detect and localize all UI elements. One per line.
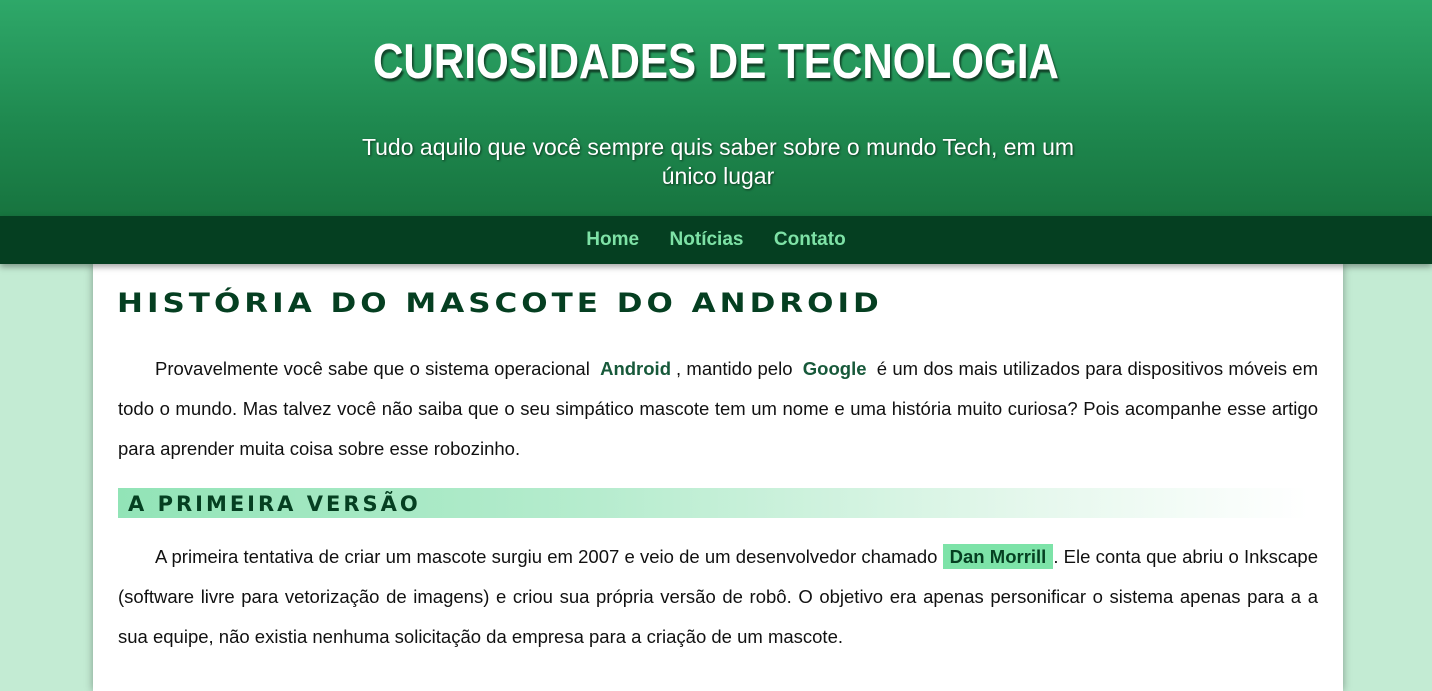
section-heading-primeira-versao: A primeira versão	[118, 488, 1308, 518]
site-subtitle: Tudo aquilo que você sempre quis saber s…	[361, 134, 1075, 189]
site-header: Curiosidades de Tecnologia Tudo aquilo q…	[0, 0, 1432, 216]
nav-link-home[interactable]: Home	[586, 216, 639, 264]
main-nav: Home Notícias Contato	[0, 216, 1432, 264]
intro-text-2: , mantido pelo	[676, 358, 793, 379]
keyword-google: Google	[802, 358, 867, 379]
article-content: História do Mascote do Android Provavelm…	[93, 264, 1343, 691]
article-title: História do Mascote do Android	[117, 288, 883, 319]
nav-link-noticias[interactable]: Notícias	[670, 216, 744, 264]
section1-paragraph: A primeira tentativa de criar um mascote…	[118, 537, 1318, 657]
nav-link-contato[interactable]: Contato	[774, 216, 846, 264]
keyword-android: Android	[600, 358, 671, 379]
intro-paragraph: Provavelmente você sabe que o sistema op…	[118, 349, 1318, 469]
intro-text-1: Provavelmente você sabe que o sistema op…	[155, 358, 590, 379]
site-title: Curiosidades de Tecnologia	[372, 35, 1059, 89]
section1-text-1: A primeira tentativa de criar um mascote…	[155, 546, 938, 567]
keyword-dan-morrill: Dan Morrill	[942, 544, 1054, 569]
